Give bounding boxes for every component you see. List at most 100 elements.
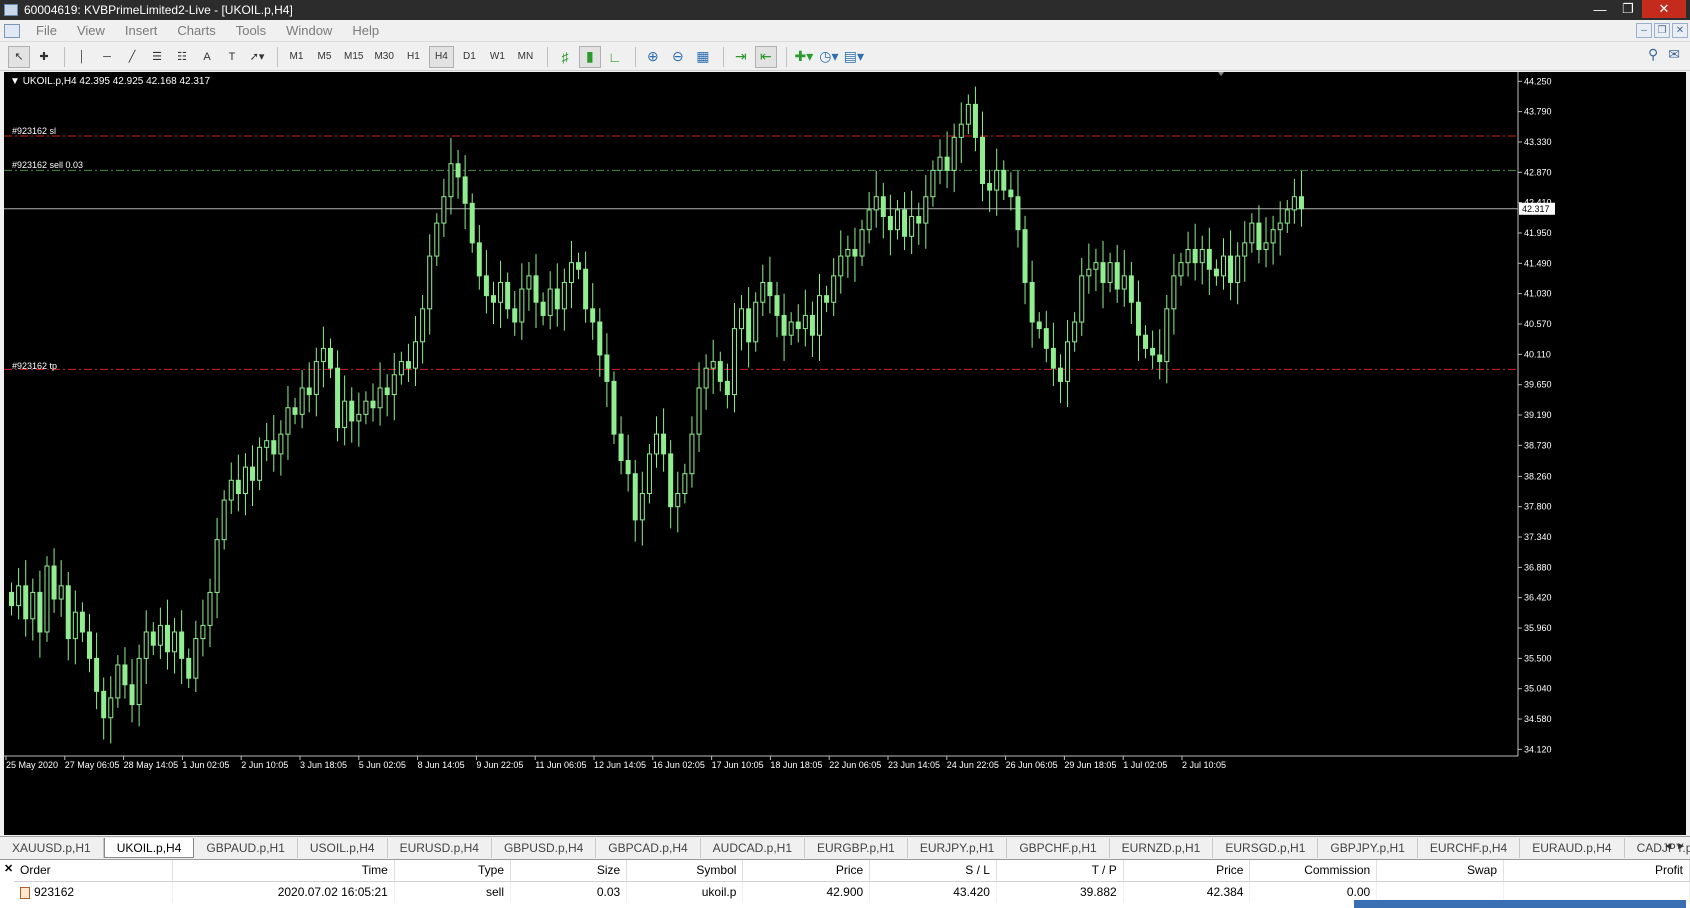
bar-chart-icon[interactable]: ♯ xyxy=(554,46,576,68)
candle-body xyxy=(1242,242,1248,257)
periods-clock-icon[interactable]: ◷▾ xyxy=(818,46,840,68)
close-icon[interactable]: ✕ xyxy=(1642,0,1686,18)
candle-body xyxy=(689,433,695,475)
candle-body xyxy=(1001,169,1007,191)
column-header[interactable]: Price xyxy=(742,860,871,882)
toolbar-separator xyxy=(64,46,65,67)
timeframe-mn[interactable]: MN xyxy=(513,46,538,68)
tab-scroll-arrows-icon[interactable]: ◄ ► xyxy=(1663,841,1686,852)
menu-charts[interactable]: Charts xyxy=(167,23,225,38)
timeframe-h4[interactable]: H4 xyxy=(428,45,454,68)
candle-body xyxy=(37,591,43,633)
candle-body xyxy=(101,690,107,719)
chart-tab[interactable]: AUDCAD.p,H1 xyxy=(701,837,806,858)
timeframe-m5[interactable]: M5 xyxy=(312,46,337,68)
chart-tab[interactable]: EURGBP.p,H1 xyxy=(805,837,908,858)
mdi-close-icon[interactable]: ✕ xyxy=(1672,23,1688,38)
chart-tab[interactable]: GBPCAD.p,H4 xyxy=(596,837,701,858)
table-cell xyxy=(1503,881,1690,902)
candle-body xyxy=(1284,209,1290,224)
timeframe-d1[interactable]: D1 xyxy=(457,46,482,68)
terminal-scrollbar[interactable] xyxy=(1354,900,1686,908)
chart-tabs: XAUUSD.p,H1 UKOIL.p,H4 GBPAUD.p,H1 USOIL.p,… xyxy=(0,836,1690,858)
search-icon[interactable]: ⚲ xyxy=(1648,46,1658,63)
chart-tab[interactable]: EURJPY.p,H1 xyxy=(908,837,1008,858)
column-header[interactable]: Order xyxy=(14,860,173,882)
trendline-icon[interactable]: ╱ xyxy=(121,46,143,68)
chart-area[interactable]: 44.250 43.790 43.330 42.870 42.410 41.950 41.4… xyxy=(4,72,1686,835)
candle-body xyxy=(661,433,667,455)
minimize-icon[interactable]: — xyxy=(1586,0,1614,18)
column-header[interactable]: Commission xyxy=(1249,860,1378,882)
candle-body xyxy=(646,453,652,494)
chart-tab[interactable]: GBPCHF.p,H1 xyxy=(1007,837,1110,858)
chat-icon[interactable]: ✉ xyxy=(1668,46,1680,63)
price-chart[interactable]: 44.25043.79043.33042.87042.41041.95041.4… xyxy=(4,72,1686,835)
restore-icon[interactable]: ❐ xyxy=(1614,0,1642,18)
title-bar: 60004619: KVBPrimeLimited2-Live - [UKOIL… xyxy=(0,0,1690,20)
chart-tab[interactable]: EURNZD.p,H1 xyxy=(1110,837,1214,858)
timeframe-m30[interactable]: M30 xyxy=(370,46,397,68)
mdi-restore-icon[interactable]: ❐ xyxy=(1654,23,1670,38)
table-row[interactable]: 923162 2020.07.02 16:05:21 sell 0.03 ukoil.p… xyxy=(14,881,1690,902)
column-header[interactable]: Swap xyxy=(1376,860,1504,882)
chart-tab[interactable]: EURSGD.p,H1 xyxy=(1213,837,1319,858)
column-header[interactable]: Symbol xyxy=(626,860,744,882)
document-icon[interactable] xyxy=(4,23,20,38)
order-icon xyxy=(20,886,30,899)
table-cell: 42.384 xyxy=(1123,881,1251,902)
fibonacci-icon[interactable]: ☷ xyxy=(171,46,193,68)
horizontal-line-icon[interactable]: ─ xyxy=(96,46,118,68)
chart-shift-icon[interactable]: ⇤ xyxy=(754,45,777,68)
column-header[interactable]: S / L xyxy=(869,860,997,882)
column-header[interactable]: T / P xyxy=(996,860,1124,882)
timeframe-m15[interactable]: M15 xyxy=(340,46,367,68)
indicators-icon[interactable]: ✚▾ xyxy=(793,46,815,68)
timeframe-h1[interactable]: H1 xyxy=(401,46,426,68)
collapse-arrow-icon[interactable]: ▼ xyxy=(10,76,20,87)
menu-window[interactable]: Window xyxy=(276,23,342,38)
menu-tools[interactable]: Tools xyxy=(226,23,276,38)
chart-tab[interactable]: GBPAUD.p,H1 xyxy=(194,837,298,858)
column-header[interactable]: Size xyxy=(510,860,628,882)
menu-help[interactable]: Help xyxy=(342,23,389,38)
column-header[interactable]: Time xyxy=(172,860,395,882)
vertical-line-icon[interactable]: │ xyxy=(71,46,93,68)
chart-tab[interactable]: XAUUSD.p,H1 xyxy=(0,837,104,858)
zoom-in-icon[interactable]: ⊕ xyxy=(642,46,664,68)
templates-icon[interactable]: ▤▾ xyxy=(843,46,865,68)
candle-body xyxy=(845,248,851,257)
column-header[interactable]: Profit xyxy=(1503,860,1690,882)
line-chart-icon[interactable]: ∟ xyxy=(604,46,626,68)
table-cell xyxy=(1376,881,1504,902)
menu-file[interactable]: File xyxy=(26,23,67,38)
tile-windows-icon[interactable]: ▦ xyxy=(692,46,714,68)
chart-tab[interactable]: GBPJPY.p,H1 xyxy=(1318,837,1418,858)
candle-body xyxy=(469,202,475,244)
text-icon[interactable]: A xyxy=(196,46,218,68)
timeframe-m1[interactable]: M1 xyxy=(284,46,309,68)
timeframe-w1[interactable]: W1 xyxy=(485,46,510,68)
cursor-icon[interactable]: ↖ xyxy=(8,45,30,68)
auto-scroll-icon[interactable]: ⇥ xyxy=(730,46,752,68)
candlestick-icon[interactable]: ▮ xyxy=(578,45,601,68)
chart-tab[interactable]: EURUSD.p,H4 xyxy=(388,837,492,858)
zoom-out-icon[interactable]: ⊖ xyxy=(667,46,689,68)
channel-icon[interactable]: ☰ xyxy=(146,46,168,68)
chart-tab[interactable]: EURAUD.p,H4 xyxy=(1520,837,1625,858)
crosshair-icon[interactable]: ✚ xyxy=(33,46,55,68)
text-label-icon[interactable]: T xyxy=(221,46,243,68)
chart-tab[interactable]: EURCHF.p,H4 xyxy=(1418,837,1521,858)
menu-insert[interactable]: Insert xyxy=(115,23,168,38)
column-header[interactable]: Price xyxy=(1123,860,1251,882)
arrows-icon[interactable]: ➚▾ xyxy=(246,46,268,68)
mdi-minimize-icon[interactable]: – xyxy=(1636,23,1652,38)
terminal-close-icon[interactable]: ✕ xyxy=(4,862,13,875)
chart-tab[interactable]: UKOIL.p,H4 xyxy=(103,837,195,858)
column-header[interactable]: Type xyxy=(394,860,512,882)
candle-body xyxy=(916,215,922,224)
menu-view[interactable]: View xyxy=(67,23,115,38)
y-tick-label: 34.120 xyxy=(1524,744,1552,754)
chart-tab[interactable]: GBPUSD.p,H4 xyxy=(492,837,597,858)
chart-tab[interactable]: USOIL.p,H4 xyxy=(298,837,388,858)
